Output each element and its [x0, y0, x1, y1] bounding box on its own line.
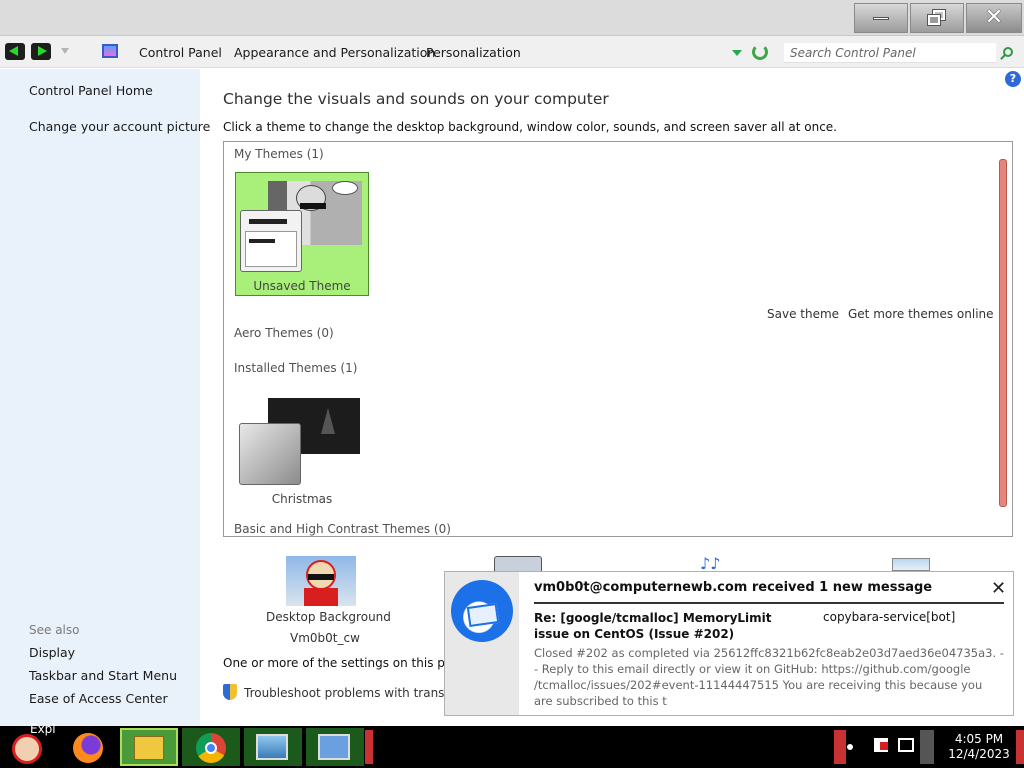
window-color-thumbnail[interactable]	[494, 556, 542, 571]
unsaved-theme-window-preview	[240, 210, 302, 272]
group-basic-themes: Basic and High Contrast Themes (0)	[234, 522, 451, 536]
group-my-themes: My Themes (1)	[234, 147, 324, 161]
close-icon: ✕	[984, 5, 1004, 30]
theme-label-christmas: Christmas	[271, 492, 333, 506]
group-installed-themes: Installed Themes (1)	[234, 361, 358, 375]
back-arrow-icon	[9, 46, 18, 56]
taskbar-control-panel[interactable]	[306, 728, 364, 766]
control-panel-taskbar-icon	[318, 734, 350, 760]
theme-tile-unsaved[interactable]: Unsaved Theme	[235, 172, 369, 296]
clock-time: 4:05 PM	[954, 732, 1004, 746]
taskbar-separator	[365, 730, 373, 764]
search-input[interactable]	[784, 43, 996, 62]
christmas-window-preview	[239, 423, 301, 485]
help-icon[interactable]: ?	[1005, 71, 1021, 87]
control-panel-icon	[102, 44, 118, 58]
page-title: Change the visuals and sounds on your co…	[223, 90, 609, 108]
theme-label-unsaved: Unsaved Theme	[253, 279, 351, 293]
screen-saver-thumbnail[interactable]	[892, 558, 930, 571]
forward-arrow-icon	[38, 46, 47, 56]
show-desktop-button[interactable]	[1016, 730, 1024, 764]
ease-of-access-link[interactable]: Ease of Access Center	[29, 691, 168, 706]
desktop-background-value: Vm0b0t_cw	[290, 631, 360, 645]
notification-subject: Re: [google/tcmalloc] MemoryLimit issue …	[534, 611, 772, 641]
restore-icon	[927, 9, 946, 26]
notification-divider	[534, 602, 1004, 604]
taskbar-explorer[interactable]	[120, 728, 178, 766]
theme-tile-christmas[interactable]: Christmas	[235, 392, 369, 516]
window-title-bar: ✕	[0, 0, 1024, 36]
group-aero-themes: Aero Themes (0)	[234, 326, 334, 340]
desktop-background-thumbnail[interactable]	[286, 556, 356, 606]
address-dropdown-icon[interactable]	[732, 50, 742, 56]
close-button[interactable]: ✕	[966, 3, 1022, 33]
volume-icon[interactable]	[920, 730, 934, 764]
tray-show-hidden[interactable]	[834, 730, 846, 764]
back-button[interactable]	[5, 43, 25, 60]
taskbar: Expl 4:05 PM 12/4/2023	[0, 722, 1024, 768]
taskbar-start-menu-link[interactable]: Taskbar and Start Menu	[29, 668, 177, 683]
clock[interactable]: 4:05 PM 12/4/2023	[945, 732, 1013, 762]
clock-date: 12/4/2023	[948, 747, 1010, 761]
display-link[interactable]: Display	[29, 645, 75, 660]
desktop-background-link[interactable]: Desktop Background	[266, 610, 391, 624]
theme-list-scrollbar[interactable]	[999, 156, 1007, 524]
start-button[interactable]: Expl	[4, 722, 56, 766]
theme-list: My Themes (1) Unsaved Theme Save theme G…	[223, 141, 1013, 537]
sounds-icon[interactable]: ♪♪	[700, 556, 740, 572]
action-center-icon[interactable]	[874, 738, 888, 752]
recent-pages-dropdown-icon[interactable]	[61, 48, 69, 54]
santa-start-icon	[12, 734, 42, 764]
notification-body: Closed #202 as completed via 25612ffc832…	[534, 646, 1004, 708]
see-also-heading: See also	[29, 623, 80, 637]
address-bar: Control Panel Appearance and Personaliza…	[0, 36, 1024, 68]
forward-button[interactable]	[31, 43, 51, 60]
maximize-button[interactable]	[910, 3, 964, 33]
scrollbar-thumb[interactable]	[999, 159, 1007, 507]
mail-notification[interactable]: vm0b0t@computernewb.com received 1 new m…	[444, 571, 1014, 716]
taskbar-chrome[interactable]	[182, 728, 240, 766]
personalization-icon	[256, 734, 288, 760]
minimize-button[interactable]	[854, 3, 908, 33]
refresh-icon[interactable]	[752, 44, 768, 60]
folder-icon	[134, 736, 164, 760]
notification-close-icon[interactable]: ✕	[991, 578, 1006, 599]
notification-sender: copybara-service[bot]	[823, 610, 956, 624]
breadcrumb-personalization[interactable]: Personalization	[426, 45, 521, 60]
notification-icon-area	[445, 572, 519, 715]
task-pane: Control Panel Home Change your account p…	[0, 69, 210, 726]
tray-dot-icon[interactable]	[847, 744, 853, 750]
taskbar-firefox[interactable]	[68, 728, 108, 766]
change-account-picture-link[interactable]: Change your account picture	[29, 119, 210, 134]
settings-note: One or more of the settings on this page…	[223, 656, 479, 670]
taskbar-personalization[interactable]	[244, 728, 302, 766]
thunderbird-icon	[451, 580, 513, 642]
page-subtitle: Click a theme to change the desktop back…	[223, 120, 837, 134]
search-icon[interactable]	[1003, 47, 1013, 57]
troubleshoot-link[interactable]: Troubleshoot problems with transpare	[244, 686, 471, 700]
notification-title: vm0b0t@computernewb.com received 1 new m…	[534, 580, 933, 595]
search-box	[784, 43, 996, 63]
breadcrumb-control-panel[interactable]: Control Panel	[139, 45, 222, 60]
get-more-themes-link[interactable]: Get more themes online	[848, 307, 994, 321]
save-theme-link[interactable]: Save theme	[767, 307, 839, 321]
chrome-icon	[196, 733, 226, 763]
network-icon[interactable]	[898, 738, 914, 752]
control-panel-home-link[interactable]: Control Panel Home	[29, 83, 153, 98]
shield-icon	[223, 684, 237, 700]
breadcrumb-appearance[interactable]: Appearance and Personalization	[234, 45, 435, 60]
start-label: Expl	[30, 722, 56, 736]
firefox-icon	[73, 733, 103, 763]
minimize-icon	[873, 16, 889, 20]
